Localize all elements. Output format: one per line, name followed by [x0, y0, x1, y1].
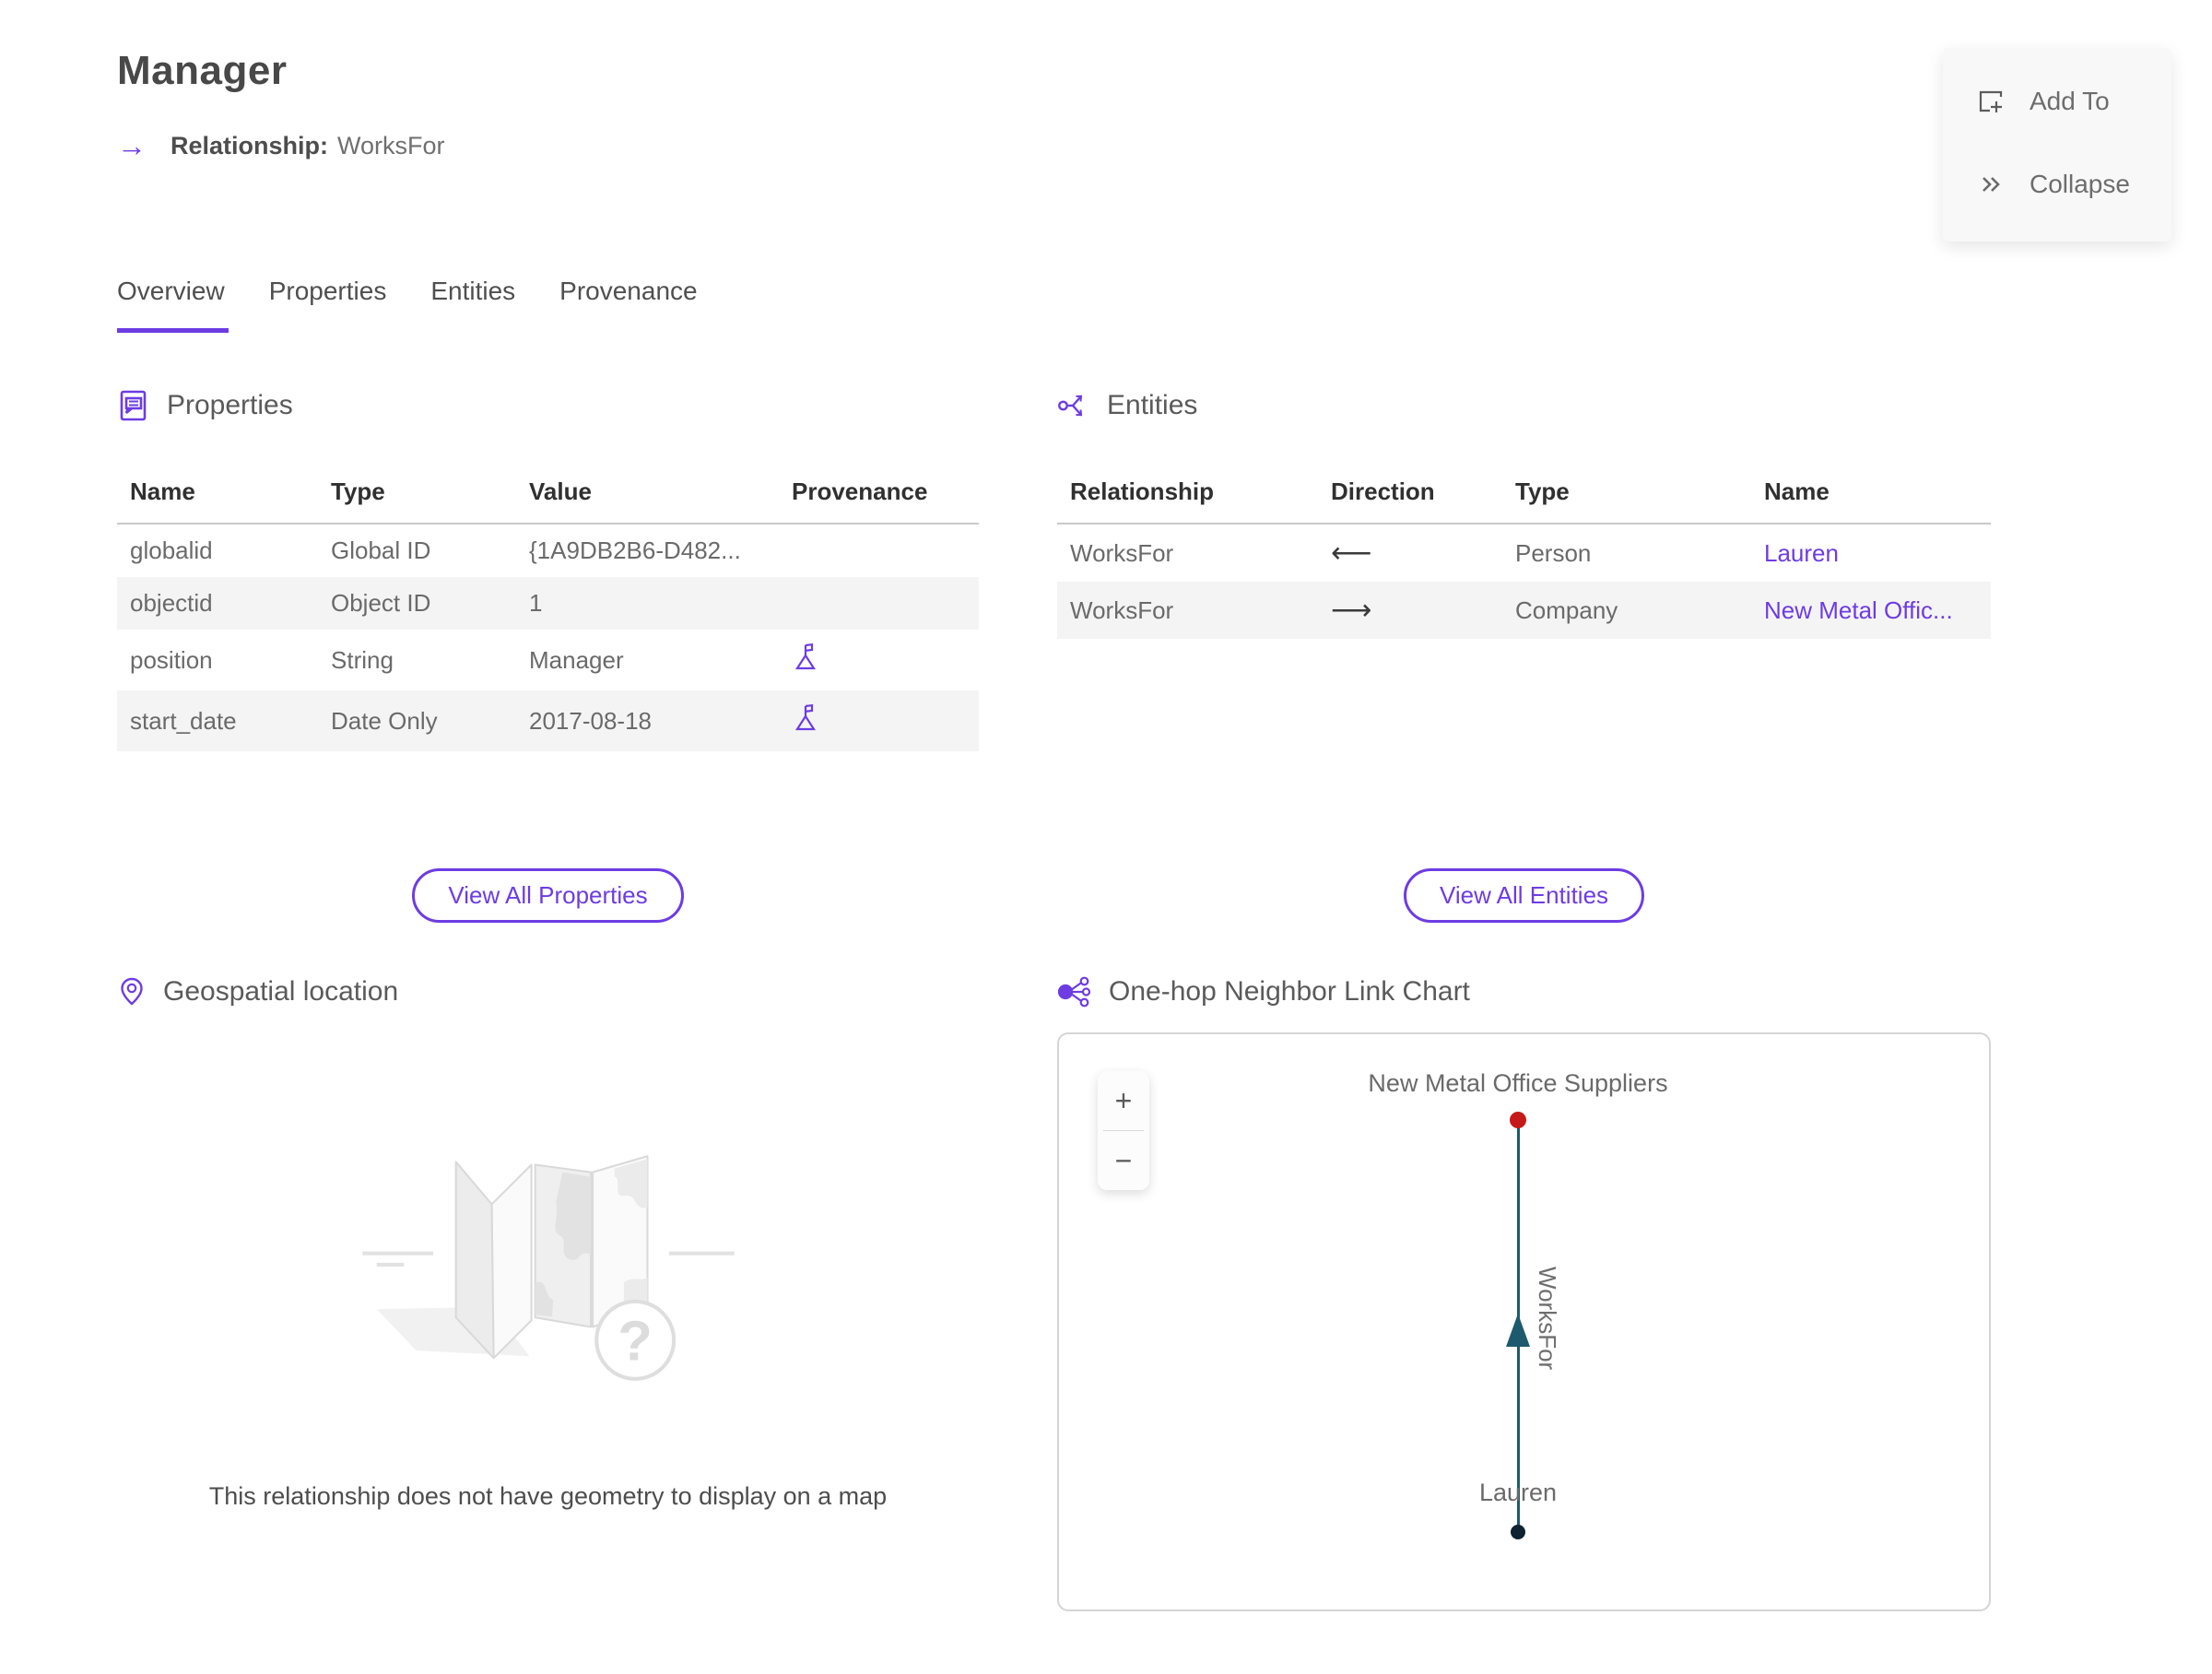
- tab-properties[interactable]: Properties: [269, 277, 391, 333]
- col-header-name: Name: [1751, 466, 1991, 525]
- col-header-type: Type: [1502, 466, 1751, 525]
- entity-relationship: WorksFor: [1070, 595, 1174, 624]
- left-column: Properties Name Type Value Provenance gl…: [117, 385, 979, 1510]
- right-column: Entities Relationship Direction Type Nam…: [1057, 385, 1991, 1611]
- link-chart-heading: One-hop Neighbor Link Chart: [1057, 972, 1991, 1012]
- entities-table: Relationship Direction Type Name WorksFo…: [1057, 466, 1991, 639]
- properties-heading-label: Properties: [167, 390, 293, 420]
- bottom-node-label: Lauren: [1478, 1479, 1558, 1506]
- relationship-subtitle: → Relationship: WorksFor: [117, 131, 445, 160]
- properties-icon: [120, 390, 147, 421]
- property-name: globalid: [130, 536, 213, 564]
- map-placeholder-illustration: ?: [361, 1155, 735, 1381]
- entities-section-heading: Entities: [1057, 385, 1991, 426]
- property-type: Global ID: [331, 536, 431, 564]
- link-chart-section: One-hop Neighbor Link Chart + − New Meta…: [1057, 972, 1991, 1611]
- property-type: Date Only: [331, 706, 438, 735]
- provenance-flag-icon[interactable]: [792, 642, 820, 672]
- entities-icon: [1058, 395, 1083, 417]
- tab-entities[interactable]: Entities: [430, 277, 519, 333]
- properties-table: Name Type Value Provenance globalid Glob…: [117, 466, 979, 751]
- col-header-relationship: Relationship: [1057, 466, 1318, 525]
- collapse-icon: [1983, 177, 2000, 192]
- property-provenance: [779, 690, 979, 751]
- map-pin-icon: [121, 977, 143, 1006]
- edge-label: WorksFor: [1534, 1267, 1561, 1371]
- no-geometry-message: This relationship does not have geometry…: [208, 1482, 888, 1510]
- zoom-in-button[interactable]: +: [1098, 1071, 1149, 1130]
- view-all-properties-button[interactable]: View All Properties: [412, 868, 684, 923]
- edge-arrowhead-icon: [1506, 1314, 1530, 1347]
- add-to-icon: [1979, 90, 2003, 112]
- entity-name-link[interactable]: New Metal Offic...: [1751, 582, 1991, 639]
- entity-direction-arrow: ⟵: [1331, 536, 1372, 569]
- table-row: globalid Global ID {1A9DB2B6-D482...: [117, 524, 979, 577]
- collapse-button[interactable]: Collapse: [1976, 170, 2171, 199]
- add-to-button[interactable]: Add To: [1976, 87, 2171, 116]
- entities-heading-label: Entities: [1107, 390, 1198, 420]
- relationship-label: Relationship:: [171, 131, 329, 159]
- col-header-name: Name: [117, 466, 318, 525]
- entities-header-row: Relationship Direction Type Name: [1057, 466, 1991, 525]
- property-type: String: [331, 645, 394, 674]
- entity-relationship: WorksFor: [1070, 538, 1174, 567]
- property-value: 1: [529, 589, 543, 617]
- header: Manager → Relationship: WorksFor: [117, 48, 445, 160]
- tab-bar: Overview Properties Entities Provenance: [117, 277, 701, 333]
- property-name: start_date: [130, 706, 237, 735]
- provenance-flag-icon[interactable]: [792, 702, 820, 733]
- geospatial-heading-label: Geospatial location: [163, 976, 399, 1007]
- table-row: WorksFor ⟶ Company New Metal Offic...: [1057, 582, 1991, 639]
- property-value: {1A9DB2B6-D482...: [529, 536, 741, 564]
- link-chart-heading-label: One-hop Neighbor Link Chart: [1109, 976, 1470, 1007]
- property-value: Manager: [529, 645, 624, 674]
- relationship-value: WorksFor: [337, 131, 445, 159]
- person-node[interactable]: [1511, 1525, 1525, 1539]
- property-provenance: [779, 630, 979, 690]
- property-name: objectid: [130, 589, 213, 617]
- entity-name-link[interactable]: Lauren: [1751, 524, 1991, 582]
- entity-type: Person: [1515, 538, 1592, 567]
- link-chart-icon: [1057, 976, 1091, 1008]
- col-header-type: Type: [318, 466, 516, 525]
- svg-text:?: ?: [618, 1309, 653, 1373]
- tab-overview[interactable]: Overview: [117, 277, 229, 333]
- col-header-value: Value: [516, 466, 779, 525]
- table-row: objectid Object ID 1: [117, 577, 979, 630]
- relationship-detail-page: Manager → Relationship: WorksFor Add To …: [0, 0, 2212, 1674]
- link-chart-canvas[interactable]: + − New Metal Office Suppliers WorksFor …: [1057, 1032, 1991, 1611]
- page-title: Manager: [117, 48, 288, 93]
- zoom-out-button[interactable]: −: [1098, 1131, 1149, 1190]
- geospatial-heading: Geospatial location: [117, 972, 979, 1012]
- table-row: start_date Date Only 2017-08-18: [117, 690, 979, 751]
- view-all-entities-button[interactable]: View All Entities: [1403, 868, 1645, 923]
- action-menu: Add To Collapse: [1943, 48, 2171, 242]
- property-type: Object ID: [331, 589, 431, 617]
- property-provenance: [779, 577, 979, 630]
- properties-section-heading: Properties: [117, 385, 979, 426]
- table-row: WorksFor ⟵ Person Lauren: [1057, 524, 1991, 582]
- entity-direction-arrow: ⟶: [1331, 594, 1372, 626]
- col-header-direction: Direction: [1318, 466, 1502, 525]
- relationship-arrow-icon: →: [117, 129, 147, 162]
- collapse-label: Collapse: [2030, 170, 2130, 198]
- add-to-label: Add To: [2030, 87, 2110, 115]
- entity-type: Company: [1515, 595, 1618, 624]
- zoom-control: + −: [1098, 1071, 1149, 1190]
- geospatial-section: Geospatial location ? This relationship …: [117, 972, 979, 1511]
- properties-header-row: Name Type Value Provenance: [117, 466, 979, 525]
- company-node[interactable]: [1510, 1112, 1526, 1128]
- property-name: position: [130, 645, 213, 674]
- tab-provenance[interactable]: Provenance: [559, 277, 700, 333]
- property-provenance: [779, 524, 979, 577]
- top-node-label: New Metal Office Suppliers: [1368, 1069, 1668, 1097]
- property-value: 2017-08-18: [529, 706, 652, 735]
- col-header-provenance: Provenance: [779, 466, 979, 525]
- table-row: position String Manager: [117, 630, 979, 690]
